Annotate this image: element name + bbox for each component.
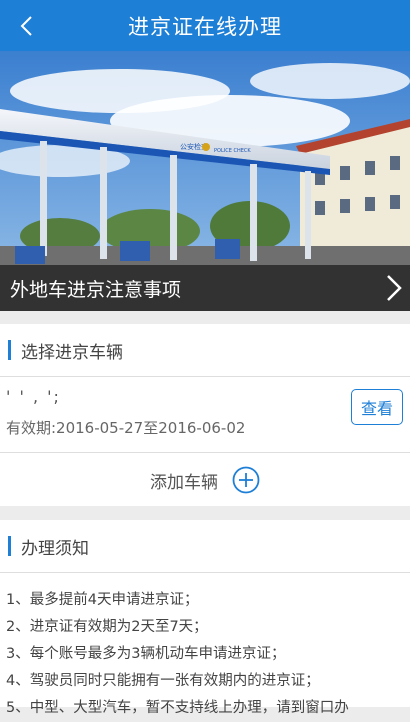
notice-rule: 4、驾驶员同时只能拥有一张有效期内的进京证； (6, 673, 320, 689)
vehicle-section-header: 选择进京车辆 (0, 324, 410, 377)
banner-caption-bar: 外地车进京注意事项 (0, 265, 410, 311)
section-accent-bar (8, 536, 11, 556)
vehicle-plate: ' ' , '; (6, 387, 61, 406)
title-bar: 进京证在线办理 (0, 0, 410, 51)
vehicle-section-title: 选择进京车辆 (21, 342, 123, 363)
chevron-right-icon (387, 275, 402, 301)
banner-caption: 外地车进京注意事项 (10, 278, 182, 301)
add-vehicle-label: 添加车辆 (150, 472, 218, 493)
add-vehicle-button[interactable]: 添加车辆 (0, 453, 410, 507)
notice-section-header: 办理须知 (0, 520, 410, 573)
vehicle-validity: 有效期:2016-05-27至2016-06-02 (6, 419, 246, 437)
notice-section-title: 办理须知 (21, 538, 89, 559)
section-accent-bar (8, 340, 11, 360)
notice-section: 办理须知 1、最多提前4天申请进京证； 2、进京证有效期为2天至7天； 3、每个… (0, 520, 410, 716)
notice-rule: 1、最多提前4天申请进京证； (6, 592, 199, 608)
view-button[interactable]: 查看 (351, 389, 403, 425)
chevron-left-icon (20, 15, 32, 36)
vehicle-item[interactable]: ' ' , '; 有效期:2016-05-27至2016-06-02 查看 (0, 377, 410, 453)
canopy-sign-en: POLICE CHECK (214, 148, 251, 154)
notice-banner[interactable]: 公安检查 POLICE CHECK 外地车进京注意事项 (0, 51, 410, 311)
back-button[interactable] (6, 0, 46, 51)
notice-rule: 3、每个账号最多为3辆机动车申请进京证； (6, 646, 286, 662)
notice-rule: 5、中型、大型汽车，暂不支持线上办理，请到窗口办 (6, 700, 349, 716)
vehicle-section: 选择进京车辆 ' ' , '; 有效期:2016-05-27至2016-06-0… (0, 324, 410, 506)
notice-rule: 2、进京证有效期为2天至7天； (6, 619, 208, 635)
page-title: 进京证在线办理 (128, 14, 282, 39)
plus-circle-icon (232, 466, 260, 494)
notice-rules-list: 1、最多提前4天申请进京证； 2、进京证有效期为2天至7天； 3、每个账号最多为… (0, 573, 410, 722)
